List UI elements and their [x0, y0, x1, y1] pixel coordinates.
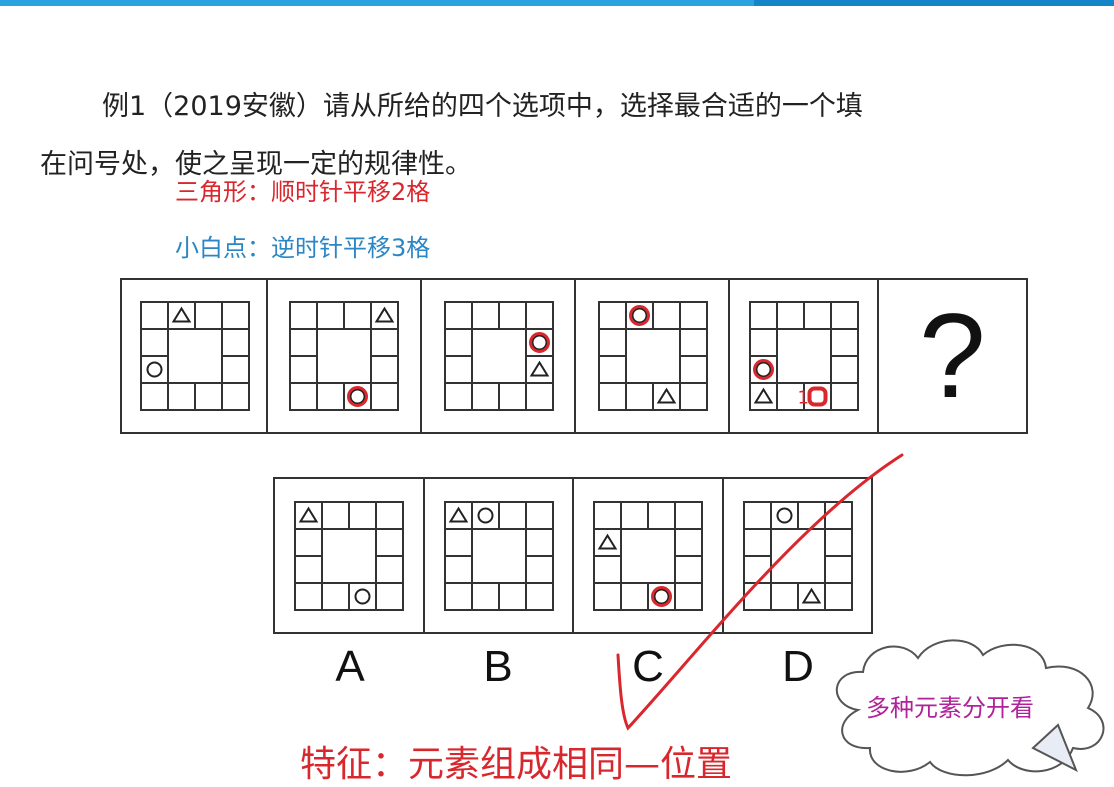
options-figure-row — [273, 477, 873, 634]
question-figure-row: 1 ? — [120, 278, 1028, 434]
option-a-grid — [294, 501, 404, 611]
grid-inner — [470, 328, 527, 384]
triangle-symbol — [656, 387, 677, 404]
red-annotation-mark: 1 — [798, 388, 809, 409]
question-line-1: 例1（2019安徽）请从所给的四个选项中，选择最合适的一个填 — [102, 91, 863, 122]
grid-inner — [316, 328, 373, 384]
option-b-figure[interactable] — [425, 479, 574, 632]
option-label-a[interactable]: A — [320, 642, 380, 692]
grid-inner — [167, 328, 223, 384]
triangle-symbol — [801, 587, 821, 604]
figure-question-mark: ? — [879, 280, 1026, 432]
figure-2 — [268, 280, 422, 432]
dot-symbol — [631, 307, 648, 324]
dot-symbol — [776, 507, 792, 524]
option-d-grid — [742, 501, 853, 611]
option-label-c[interactable]: C — [618, 642, 678, 692]
figure-1-grid — [140, 301, 250, 411]
triangle-symbol — [448, 506, 468, 523]
grid-inner — [776, 328, 833, 384]
figure-2-grid — [289, 301, 400, 411]
top-accent-bar-right — [754, 0, 1114, 6]
option-b-grid — [443, 501, 554, 611]
option-a-figure[interactable] — [275, 479, 425, 632]
grid-inner — [620, 528, 676, 584]
figure-3-grid — [443, 301, 554, 411]
figure-1 — [122, 280, 269, 432]
option-c-figure[interactable] — [574, 479, 724, 632]
dot-symbol — [755, 361, 772, 378]
grid-inner — [470, 528, 527, 584]
option-d-figure[interactable] — [724, 479, 872, 632]
feature-note: 特征：元素组成相同—位置 — [300, 744, 733, 785]
triangle-symbol — [375, 306, 395, 323]
hint-dot: 小白点：逆时针平移3格 — [175, 234, 431, 262]
dot-symbol — [653, 588, 670, 605]
figure-5-grid: 1 — [749, 301, 860, 411]
cloud-text: 多种元素分开看 — [866, 694, 1034, 722]
triangle-symbol — [529, 360, 549, 377]
grid-inner — [625, 328, 681, 384]
red-box-mark — [807, 386, 828, 407]
grid-inner — [321, 528, 377, 584]
triangle-symbol — [597, 533, 618, 550]
dot-symbol — [477, 507, 493, 524]
figure-5: 1 — [730, 280, 879, 432]
option-label-b[interactable]: B — [468, 642, 528, 692]
triangle-symbol — [298, 506, 319, 523]
dot-symbol — [146, 361, 163, 378]
dot-symbol — [354, 588, 371, 605]
triangle-symbol — [171, 306, 192, 323]
dot-symbol — [531, 334, 548, 351]
triangle-symbol — [754, 387, 774, 404]
hint-triangle: 三角形：顺时针平移2格 — [175, 178, 431, 206]
question-mark: ? — [918, 289, 986, 423]
option-c-grid — [593, 501, 703, 611]
figure-4 — [576, 280, 731, 432]
figure-4-grid — [598, 301, 708, 411]
dot-symbol — [349, 388, 366, 405]
figure-3 — [422, 280, 576, 432]
grid-inner — [769, 528, 826, 584]
